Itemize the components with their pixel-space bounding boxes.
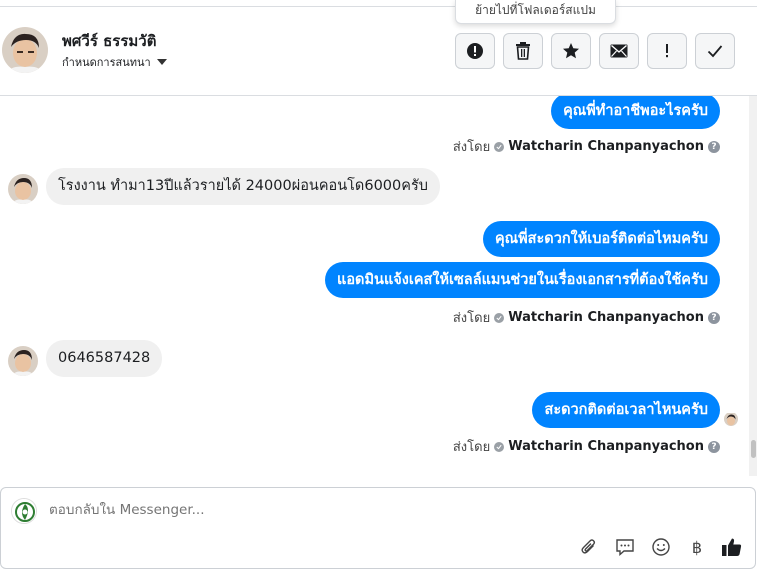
star-icon — [563, 43, 579, 59]
envelope-icon — [610, 44, 628, 58]
help-icon[interactable]: ? — [708, 140, 720, 153]
sender-name[interactable]: Watcharin Chanpanyachon — [508, 310, 704, 325]
outgoing-message[interactable]: คุณพี่สะดวกให้เบอร์ติดต่อไหมครับ — [482, 221, 720, 257]
done-button[interactable] — [695, 33, 735, 69]
verified-check-icon — [494, 441, 505, 452]
reply-composer: ฿ — [0, 487, 756, 569]
like-button[interactable] — [721, 536, 743, 558]
page-logo-avatar — [11, 498, 37, 524]
contact-name[interactable]: พศวีร์ ธรรมวัติ — [62, 29, 156, 53]
caret-down-icon — [156, 59, 167, 65]
spam-tooltip: ย้ายไปที่โฟลเดอร์สแปม — [455, 0, 616, 24]
baht-icon: ฿ — [691, 537, 703, 557]
help-icon[interactable]: ? — [708, 311, 720, 324]
incoming-message[interactable]: 0646587428 — [46, 340, 163, 377]
sent-by-label: ส่งโดย — [452, 440, 491, 455]
chat-bubble-icon — [616, 539, 634, 557]
sender-name[interactable]: Watcharin Chanpanyachon — [508, 439, 704, 454]
attach-button[interactable] — [578, 536, 600, 558]
reply-input[interactable] — [49, 502, 649, 518]
sender-name[interactable]: Watcharin Chanpanyachon — [508, 139, 704, 154]
outgoing-message[interactable]: แอดมินแจ้งเคสให้เซลล์แมนช่วยในเรื่องเอกส… — [325, 262, 720, 298]
payment-button[interactable]: ฿ — [686, 536, 708, 558]
read-receipt-avatar — [724, 412, 738, 426]
contact-avatar[interactable] — [2, 27, 48, 73]
verified-check-icon — [494, 141, 505, 152]
star-button[interactable] — [551, 33, 591, 69]
checkmark-icon — [707, 45, 723, 58]
conversation-settings-dropdown[interactable]: กำหนดการสนทนา — [62, 53, 167, 71]
outgoing-message[interactable]: สะดวกติดต่อเวลาไหนครับ — [532, 392, 720, 428]
mark-spam-button[interactable] — [455, 33, 495, 69]
contact-avatar-small — [8, 346, 38, 376]
sent-by-info: ส่งโดย Watcharin Chanpanyachon ? — [453, 436, 720, 457]
sent-by-label: ส่งโดย — [452, 311, 491, 326]
paperclip-icon — [581, 539, 596, 554]
thumbs-up-icon — [722, 538, 742, 556]
incoming-message[interactable]: โรงงาน ทำมา13ปีแล้วรายได้ 24000ผ่อนคอนโด… — [46, 168, 440, 205]
delete-button[interactable] — [503, 33, 543, 69]
sent-by-info: ส่งโดย Watcharin Chanpanyachon ? — [453, 307, 720, 328]
outgoing-message[interactable]: คุณพี่ทำอาชีพอะไรครับ — [551, 96, 720, 129]
saved-replies-button[interactable] — [614, 536, 636, 558]
emoji-button[interactable] — [650, 536, 672, 558]
smiley-icon — [652, 538, 670, 556]
follow-up-button[interactable] — [647, 33, 687, 69]
thread-scrollbar[interactable] — [749, 96, 757, 476]
message-thread[interactable]: คุณพี่ทำอาชีพอะไรครับ ส่งโดย Watcharin C… — [0, 96, 757, 476]
mark-unread-button[interactable] — [599, 33, 639, 69]
sent-by-label: ส่งโดย — [452, 140, 491, 155]
trash-icon — [516, 42, 530, 60]
exclamation-icon — [666, 44, 668, 58]
conversation-header: พศวีร์ ธรรมวัติ กำหนดการสนทนา — [0, 7, 757, 96]
contact-avatar-small — [8, 174, 38, 204]
help-icon[interactable]: ? — [708, 440, 720, 453]
conversation-settings-label: กำหนดการสนทนา — [62, 56, 151, 69]
alert-circle-icon — [467, 43, 483, 59]
scrollbar-thumb[interactable] — [751, 440, 756, 458]
sent-by-info: ส่งโดย Watcharin Chanpanyachon ? — [453, 136, 720, 157]
verified-check-icon — [494, 312, 505, 323]
